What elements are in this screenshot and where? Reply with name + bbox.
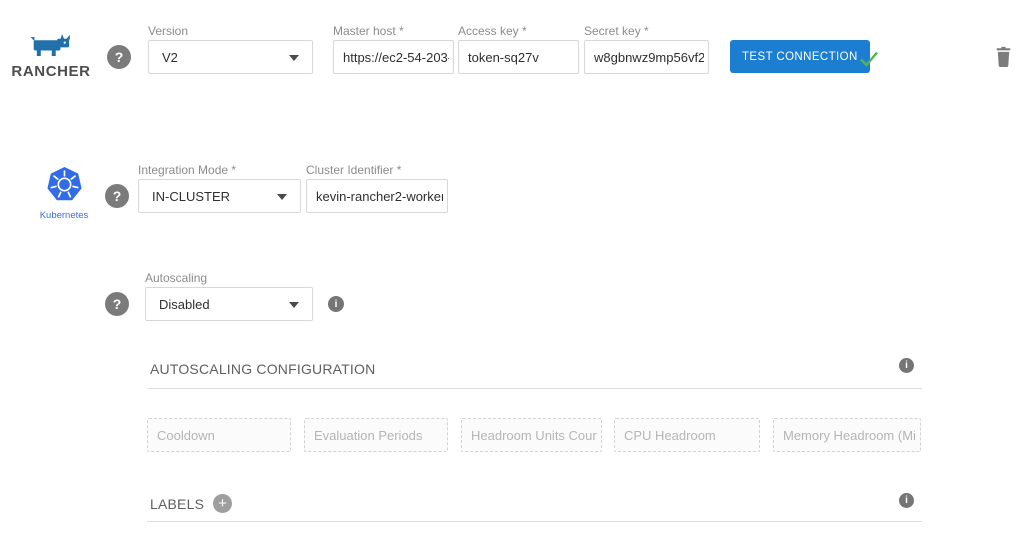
add-label-button[interactable]: + — [213, 494, 232, 513]
test-connection-button[interactable]: TEST CONNECTION — [730, 40, 870, 73]
version-label: Version — [148, 25, 313, 37]
autoscaling-field-group: Autoscaling Disabled — [145, 272, 313, 321]
connection-success-check-icon — [858, 47, 880, 69]
autoscaling-configuration-title: AUTOSCALING CONFIGURATION — [150, 361, 375, 377]
master-host-field-group: Master host * — [333, 25, 454, 74]
cooldown-input — [147, 418, 291, 452]
master-host-label: Master host * — [333, 25, 454, 37]
autoscaling-configuration-info-icon[interactable]: i — [899, 358, 914, 373]
kubernetes-logo: Kubernetes — [37, 166, 91, 221]
master-host-input[interactable] — [333, 40, 454, 74]
delete-trash-icon[interactable] — [995, 46, 1012, 70]
rancher-logo-text: RANCHER — [11, 63, 91, 80]
rancher-help-icon[interactable]: ? — [107, 45, 131, 69]
cluster-identifier-input[interactable] — [306, 179, 448, 213]
integration-config-panel: RANCHER ? Version V2 Master host * Acces… — [0, 0, 1024, 550]
integration-mode-field-group: Integration Mode * IN-CLUSTER — [138, 164, 301, 213]
version-value: V2 — [162, 50, 178, 65]
autoscaling-label: Autoscaling — [145, 272, 313, 284]
secret-key-field-group: Secret key * — [584, 25, 709, 74]
headroom-units-count-input — [461, 418, 602, 452]
integration-mode-value: IN-CLUSTER — [152, 189, 230, 204]
secret-key-input[interactable] — [584, 40, 709, 74]
kubernetes-helm-icon — [46, 166, 83, 203]
autoscaling-info-icon[interactable]: i — [328, 296, 344, 312]
rancher-logo: RANCHER — [11, 33, 91, 80]
access-key-label: Access key * — [458, 25, 579, 37]
version-select[interactable]: V2 — [148, 40, 313, 74]
autoscaling-value: Disabled — [159, 297, 210, 312]
kubernetes-help-icon[interactable]: ? — [105, 184, 129, 208]
rancher-bull-icon — [29, 33, 73, 57]
secret-key-label: Secret key * — [584, 25, 709, 37]
chevron-down-icon — [289, 55, 299, 61]
section-divider — [147, 388, 922, 389]
kubernetes-logo-text: Kubernetes — [37, 210, 91, 221]
access-key-input[interactable] — [458, 40, 579, 74]
labels-info-icon[interactable]: i — [899, 493, 914, 508]
labels-section-title: LABELS — [150, 496, 204, 512]
version-field-group: Version V2 — [148, 25, 313, 74]
integration-mode-select[interactable]: IN-CLUSTER — [138, 179, 301, 213]
memory-headroom-input — [773, 418, 921, 452]
cluster-identifier-field-group: Cluster Identifier * — [306, 164, 448, 213]
chevron-down-icon — [289, 302, 299, 308]
cpu-headroom-input — [614, 418, 760, 452]
autoscaling-select[interactable]: Disabled — [145, 287, 313, 321]
integration-mode-label: Integration Mode * — [138, 164, 301, 176]
cluster-identifier-label: Cluster Identifier * — [306, 164, 448, 176]
access-key-field-group: Access key * — [458, 25, 579, 74]
autoscaling-help-icon[interactable]: ? — [105, 292, 129, 316]
chevron-down-icon — [277, 194, 287, 200]
evaluation-periods-input — [304, 418, 448, 452]
section-divider — [147, 521, 922, 522]
